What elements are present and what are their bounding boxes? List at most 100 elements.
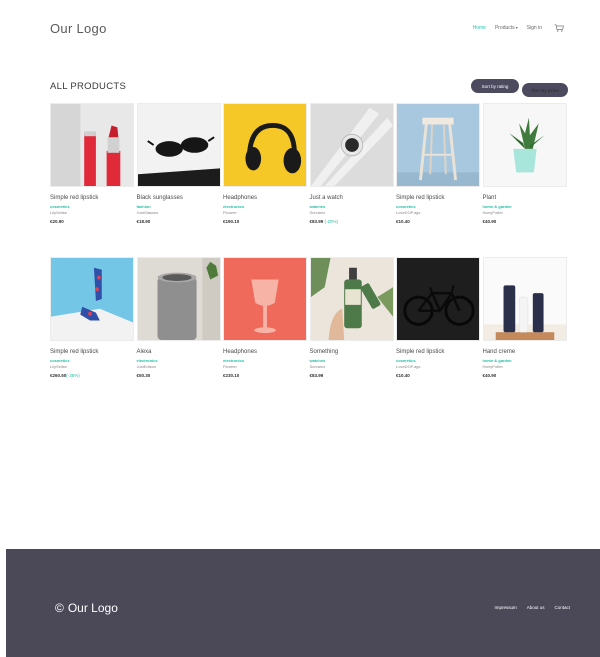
product-name[interactable]: Simple red lipstick bbox=[396, 195, 480, 202]
product-brand: Pioneer bbox=[223, 210, 237, 215]
price-value: €10.40 bbox=[396, 373, 410, 378]
product-card[interactable]: Simple red lipstick cosmetics LilySelise… bbox=[50, 103, 134, 224]
price-value: €20.90 bbox=[50, 219, 64, 224]
site-footer: © Our Logo Impressum About us Contact bbox=[6, 549, 600, 657]
product-card[interactable]: Black sunglasses fashion JustGlasses €18… bbox=[136, 103, 221, 224]
product-price: €230.10 bbox=[223, 373, 307, 378]
copyright-icon: © bbox=[55, 601, 64, 615]
product-price: €18.90 bbox=[137, 219, 221, 224]
product-price: €260.50(-35%) bbox=[50, 373, 134, 378]
product-category[interactable]: cosmetics bbox=[396, 358, 480, 363]
product-price: €20.90 bbox=[50, 219, 134, 224]
caret-down-icon: ▾ bbox=[515, 25, 518, 30]
nav-home[interactable]: Home bbox=[473, 25, 486, 31]
product-name[interactable]: Simple red lipstick bbox=[396, 349, 480, 356]
product-card[interactable]: Something watches Screamz €83.99 bbox=[309, 257, 394, 378]
product-name[interactable]: Simple red lipstick bbox=[50, 195, 134, 202]
product-card[interactable]: Alexa electronics JustEdison €50.30 bbox=[136, 257, 221, 378]
product-name[interactable]: Plant bbox=[483, 195, 567, 202]
price-value: €40.90 bbox=[482, 373, 497, 378]
product-name[interactable]: Just a watch bbox=[310, 195, 394, 202]
nav-products-label: Products bbox=[494, 25, 515, 31]
price-value: €40.90 bbox=[482, 219, 497, 224]
product-category[interactable]: cosmetics bbox=[50, 358, 134, 363]
price-value: €83.99 bbox=[309, 219, 324, 224]
product-price: €50.30 bbox=[137, 373, 221, 378]
product-price: €40.90 bbox=[483, 219, 567, 224]
product-card[interactable]: Just a watch watches Screamz €83.99 (-20… bbox=[309, 103, 394, 224]
product-category[interactable]: watches bbox=[310, 358, 394, 363]
nav-products[interactable]: Products▾ bbox=[495, 25, 518, 31]
footer-links: Impressum About us Contact bbox=[494, 605, 570, 610]
product-card[interactable]: Simple red lipstick cosmetics LoveDOP.ag… bbox=[396, 103, 480, 224]
product-card[interactable]: Headphones electronics Pioneer €190.10 bbox=[223, 103, 307, 224]
footer-logo[interactable]: © Our Logo bbox=[55, 601, 118, 615]
product-grid-row-2: Simple red lipstick cosmetics LilySelise… bbox=[50, 257, 567, 378]
price-discount: (-20%) bbox=[324, 219, 339, 224]
product-image-shoe[interactable] bbox=[50, 257, 134, 341]
product-name[interactable]: Something bbox=[310, 349, 394, 356]
product-card[interactable]: Simple red lipstick cosmetics LoveDOP.ag… bbox=[396, 257, 480, 378]
product-grid-row-1: Simple red lipstick cosmetics LilySelise… bbox=[50, 103, 567, 224]
product-image-bicycle[interactable] bbox=[396, 257, 480, 341]
product-price: €83.99 bbox=[310, 373, 394, 378]
product-name[interactable]: Hand creme bbox=[483, 349, 567, 356]
sort-controls: Sort by rating Sort by price bbox=[471, 79, 568, 97]
product-image-glass[interactable] bbox=[223, 257, 307, 341]
product-name[interactable]: Alexa bbox=[137, 349, 221, 356]
product-name[interactable]: Simple red lipstick bbox=[50, 349, 134, 356]
price-discount: (-35%) bbox=[66, 373, 80, 378]
product-card[interactable]: Plant home & garden HarryPotter €40.90 bbox=[482, 103, 567, 224]
product-price: €83.99 (-20%) bbox=[310, 219, 394, 224]
cart-icon[interactable] bbox=[554, 24, 564, 32]
sort-by-price-button[interactable]: Sort by price bbox=[522, 83, 568, 97]
product-brand: HarryPotter bbox=[482, 210, 503, 215]
product-image-watch[interactable] bbox=[309, 103, 394, 187]
product-name[interactable]: Headphones bbox=[223, 195, 307, 202]
footer-link-about[interactable]: About us bbox=[527, 605, 545, 610]
product-card[interactable]: Hand creme home & garden HarryPotter €40… bbox=[482, 257, 567, 378]
sort-by-rating-button[interactable]: Sort by rating bbox=[471, 79, 519, 93]
product-brand: JustEdison bbox=[136, 364, 157, 369]
product-image-stool[interactable] bbox=[396, 103, 480, 187]
product-image-sunglasses[interactable] bbox=[136, 103, 221, 187]
product-price: €10.40 bbox=[396, 373, 480, 378]
product-image-plant[interactable] bbox=[482, 103, 567, 187]
footer-link-contact[interactable]: Contact bbox=[554, 605, 570, 610]
product-brand: LilySelise bbox=[50, 364, 67, 369]
product-category[interactable]: cosmetics bbox=[50, 204, 134, 209]
product-price: €190.10 bbox=[223, 219, 307, 224]
product-image-hand-creme[interactable] bbox=[482, 257, 567, 341]
product-category[interactable]: electronics bbox=[223, 204, 307, 209]
product-category[interactable]: home & garden bbox=[483, 204, 567, 209]
product-category[interactable]: electronics bbox=[137, 358, 221, 363]
footer-link-impressum[interactable]: Impressum bbox=[494, 605, 516, 610]
product-card[interactable]: Headphones electronics Pioneer €230.10 bbox=[223, 257, 307, 378]
product-brand: Screamz bbox=[309, 364, 326, 369]
price-value: €10.40 bbox=[396, 219, 410, 224]
site-logo[interactable]: Our Logo bbox=[50, 21, 107, 36]
product-brand: LoveDOP.ags bbox=[396, 210, 421, 215]
nav-signin[interactable]: Sign in bbox=[527, 25, 542, 31]
product-name[interactable]: Headphones bbox=[223, 349, 307, 356]
product-card[interactable]: Simple red lipstick cosmetics LilySelise… bbox=[50, 257, 134, 378]
product-category[interactable]: cosmetics bbox=[396, 204, 480, 209]
product-name[interactable]: Black sunglasses bbox=[137, 195, 221, 202]
product-category[interactable]: electronics bbox=[223, 358, 307, 363]
main-nav: Home Products▾ Sign in bbox=[473, 24, 564, 32]
price-value: €50.30 bbox=[136, 373, 151, 378]
product-brand: LoveDOP.ags bbox=[396, 364, 421, 369]
product-brand: JustGlasses bbox=[136, 210, 159, 215]
price-value: €260.50 bbox=[50, 373, 67, 378]
product-category[interactable]: home & garden bbox=[483, 358, 567, 363]
price-value: €18.90 bbox=[136, 219, 151, 224]
price-value: €230.10 bbox=[223, 373, 240, 378]
product-category[interactable]: fashion bbox=[137, 204, 221, 209]
product-image-lipstick[interactable] bbox=[50, 103, 134, 187]
product-image-headphones[interactable] bbox=[223, 103, 307, 187]
product-image-bottle[interactable] bbox=[309, 257, 394, 341]
page-title: ALL PRODUCTS bbox=[50, 81, 127, 92]
price-value: €83.99 bbox=[309, 373, 324, 378]
product-image-speaker[interactable] bbox=[136, 257, 221, 341]
product-category[interactable]: watches bbox=[310, 204, 394, 209]
